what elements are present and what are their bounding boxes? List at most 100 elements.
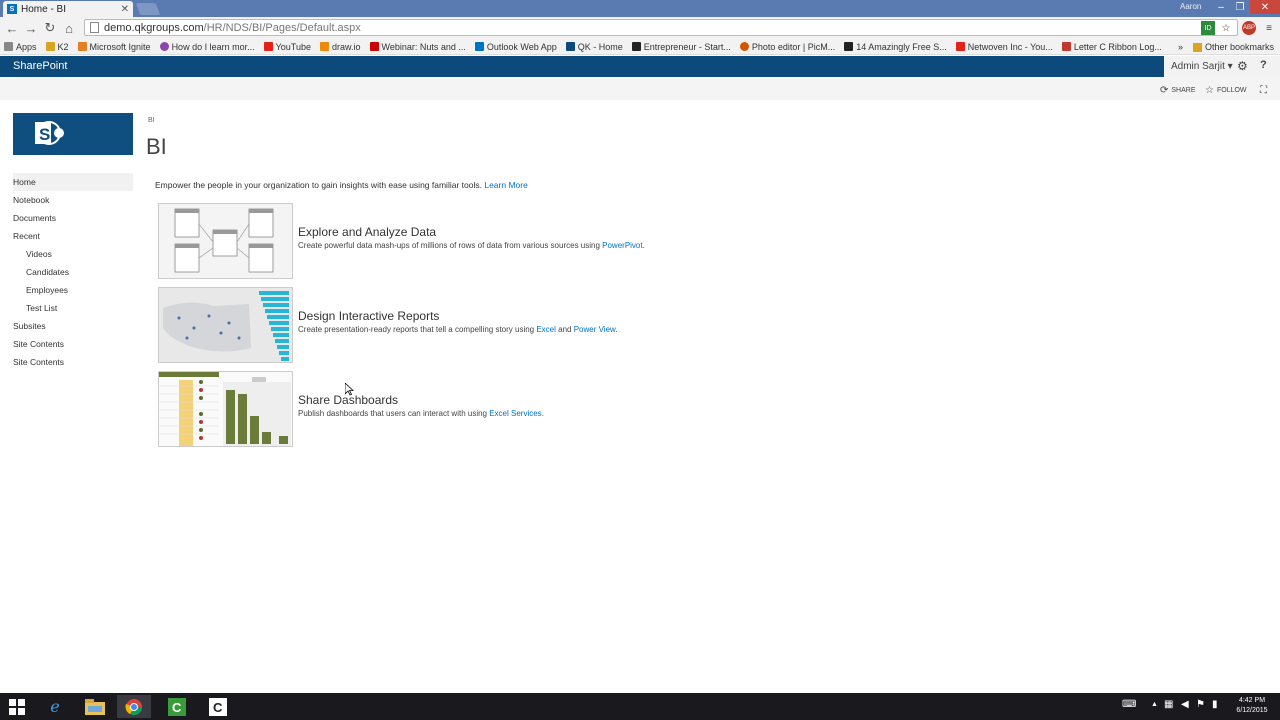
follow-button[interactable]: ☆ FOLLOW — [1205, 85, 1247, 96]
bookmark-star-icon[interactable]: ☆ — [1219, 21, 1233, 35]
adblock-icon[interactable]: ABP — [1242, 21, 1256, 35]
excel-services-link[interactable]: Excel Services — [489, 409, 541, 418]
bookmark-item[interactable]: Netwoven Inc - You... — [955, 41, 1053, 52]
home-icon[interactable]: ⌂ — [61, 20, 77, 36]
nav-item-home[interactable]: Home — [13, 173, 133, 191]
bookmark-label: How do I learn mor... — [171, 41, 255, 52]
dashboards-thumbnail[interactable] — [158, 371, 293, 447]
powerpivot-link[interactable]: PowerPivot — [602, 241, 642, 250]
windows-taskbar: e C C ⌨ ▲ ▦ ◀ ⚑ ▮ 4:42 PM 6/12/2015 — [0, 693, 1280, 720]
extension-icon[interactable]: ID — [1201, 21, 1215, 35]
windows-start-icon[interactable] — [0, 695, 34, 718]
bookmark-item[interactable]: YouTube — [263, 41, 311, 52]
intro-text: Empower the people in your organization … — [155, 180, 528, 190]
bookmark-label: Apps — [16, 41, 37, 52]
bookmark-label: draw.io — [331, 41, 361, 52]
new-tab-button[interactable] — [135, 3, 161, 15]
focus-content-icon[interactable]: ⛶ — [1260, 85, 1270, 96]
nav-item-site-contents[interactable]: Site Contents — [13, 335, 133, 353]
power-view-link[interactable]: Power View — [574, 325, 616, 334]
power-icon[interactable]: ▮ — [1212, 699, 1218, 710]
desc-end: . — [642, 241, 645, 250]
flag-icon[interactable]: ⚑ — [1196, 699, 1205, 710]
site-logo[interactable]: S — [13, 113, 133, 155]
overflow-chevron-icon[interactable]: » — [1178, 42, 1183, 52]
bookmark-item[interactable]: Webinar: Nuts and ... — [369, 42, 466, 52]
explore-data-thumbnail[interactable] — [158, 203, 293, 279]
bookmark-item[interactable]: QK - Home — [565, 41, 623, 52]
bookmark-label: Netwoven Inc - You... — [967, 41, 1053, 52]
bookmark-label: 14 Amazingly Free S... — [856, 41, 947, 52]
maximize-icon[interactable]: ❐ — [1228, 0, 1252, 14]
sharepoint-brand-link[interactable]: SharePoint — [13, 60, 67, 72]
bookmark-label: QK - Home — [577, 41, 623, 52]
camtasia-recorder-icon[interactable]: C — [201, 695, 235, 718]
bookmark-item[interactable]: Apps — [4, 42, 37, 52]
other-bookmarks[interactable]: » Other bookmarks — [1178, 39, 1274, 54]
nav-item-notebook[interactable]: Notebook — [13, 191, 133, 209]
volume-icon[interactable]: ◀ — [1181, 699, 1189, 710]
svg-text:C: C — [172, 700, 182, 715]
nav-item-recent[interactable]: Recent — [13, 227, 133, 245]
help-icon[interactable]: ? — [1260, 59, 1267, 71]
excel-link[interactable]: Excel — [536, 325, 556, 334]
window-user-label: Aaron — [1180, 2, 1202, 11]
bookmark-item[interactable]: K2 — [45, 42, 69, 52]
breadcrumb[interactable]: BI — [148, 117, 155, 124]
desc-text: Create presentation-ready reports that t… — [298, 325, 537, 334]
bookmark-item[interactable]: draw.io — [319, 41, 361, 52]
show-hidden-icons-icon[interactable]: ▲ — [1151, 701, 1158, 708]
url-path: /HR/NDS/BI/Pages/Default.aspx — [203, 21, 361, 34]
bookmark-item[interactable]: How do I learn mor... — [159, 41, 255, 52]
nav-item-videos[interactable]: Videos — [13, 245, 133, 263]
user-menu-button[interactable]: Admin Sarjit ▾ — [1171, 61, 1233, 72]
card-title[interactable]: Explore and Analyze Data — [298, 225, 436, 239]
nav-item-employees[interactable]: Employees — [13, 281, 133, 299]
address-bar[interactable]: demo.qkgroups.com/HR/NDS/BI/Pages/Defaul… — [84, 19, 1238, 36]
chrome-icon[interactable] — [117, 695, 151, 718]
reports-thumbnail[interactable] — [158, 287, 293, 363]
bookmark-label: Letter C Ribbon Log... — [1073, 41, 1162, 52]
nav-item-site-contents-2[interactable]: Site Contents — [13, 353, 133, 371]
camtasia-icon[interactable]: C — [160, 695, 194, 718]
taskbar-clock[interactable]: 4:42 PM 6/12/2015 — [1228, 696, 1276, 716]
bookmark-label: YouTube — [275, 41, 311, 52]
nav-item-test-list[interactable]: Test List — [13, 299, 133, 317]
tab-title: Home - BI — [21, 3, 67, 15]
sharepoint-favicon-icon — [565, 42, 575, 51]
browser-tab-strip: S Home - BI ✕ Aaron – ❐ ✕ — [0, 0, 1280, 17]
suite-bar: SharePoint Admin Sarjit ▾ ⚙ ? — [0, 56, 1280, 77]
menu-icon[interactable]: ≡ — [1262, 21, 1276, 35]
nav-item-documents[interactable]: Documents — [13, 209, 133, 227]
other-bookmarks-label: Other bookmarks — [1204, 42, 1274, 52]
card-title[interactable]: Design Interactive Reports — [298, 309, 439, 323]
tab-close-icon[interactable]: ✕ — [121, 4, 129, 15]
bookmark-item[interactable]: Microsoft Ignite — [77, 42, 151, 52]
learn-more-link[interactable]: Learn More — [484, 180, 527, 190]
share-button[interactable]: ⟳ SHARE — [1160, 85, 1196, 96]
bookmark-item[interactable]: Entrepreneur - Start... — [631, 42, 731, 52]
reload-icon[interactable]: ↻ — [42, 20, 58, 36]
bookmark-item[interactable]: Photo editor | PicM... — [739, 42, 835, 52]
forward-arrow-icon[interactable]: → — [23, 20, 39, 36]
bookmark-item[interactable]: Outlook Web App — [474, 42, 557, 52]
internet-explorer-icon[interactable]: e — [38, 695, 72, 718]
file-explorer-icon[interactable] — [78, 695, 112, 718]
network-icon[interactable]: ▦ — [1164, 699, 1173, 710]
gear-icon[interactable]: ⚙ — [1237, 59, 1248, 73]
window-close-icon[interactable]: ✕ — [1250, 0, 1280, 14]
sharepoint-favicon-icon: S — [7, 4, 17, 14]
bookmark-item[interactable]: Letter C Ribbon Log... — [1061, 41, 1162, 52]
nav-item-candidates[interactable]: Candidates — [13, 263, 133, 281]
keyboard-icon[interactable]: ⌨ — [1122, 699, 1136, 710]
clock-date: 6/12/2015 — [1236, 707, 1268, 714]
outlook-icon — [474, 42, 484, 51]
back-arrow-icon[interactable]: ← — [4, 20, 20, 36]
browser-tab[interactable]: S Home - BI ✕ — [3, 1, 133, 17]
nav-item-subsites[interactable]: Subsites — [13, 317, 133, 335]
intro-sentence: Empower the people in your organization … — [155, 180, 482, 190]
bookmark-favicon-icon — [159, 42, 169, 51]
svg-text:C: C — [213, 700, 223, 715]
youtube-icon — [263, 42, 273, 51]
bookmark-item[interactable]: 14 Amazingly Free S... — [844, 42, 947, 52]
